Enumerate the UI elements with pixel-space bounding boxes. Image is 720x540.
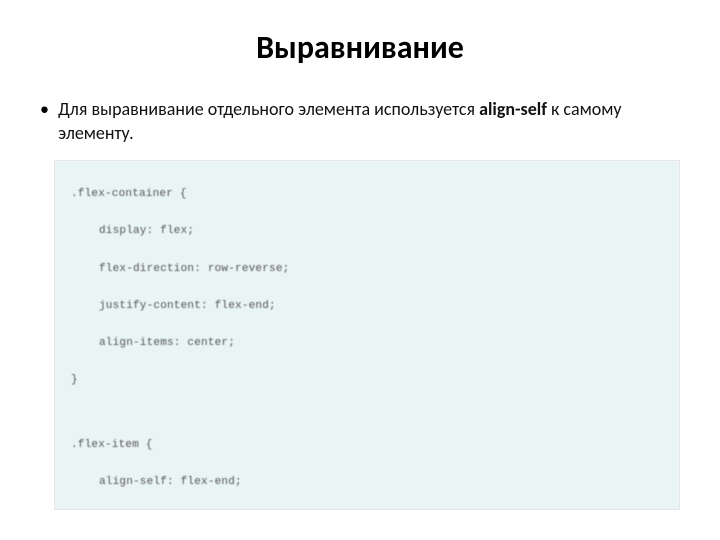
code-rule-flex-direction: flex-direction: row-reverse; — [71, 261, 669, 279]
bullet-item: • Для выравнивание отдельного элемента и… — [0, 83, 720, 154]
bullet-marker: • — [40, 97, 54, 121]
bullet-text: Для выравнивание отдельного элемента исп… — [58, 97, 674, 146]
code-selector-2: .flex-item { — [71, 437, 669, 455]
code-rule-align-items: align-items: center; — [71, 335, 669, 353]
bullet-prefix: Для выравнивание отдельного элемента исп… — [58, 98, 479, 120]
bullet-bold: align-self — [479, 98, 547, 120]
code-selector-1: .flex-container { — [71, 186, 669, 204]
code-close-1: } — [71, 372, 669, 390]
code-rule-display: display: flex; — [71, 223, 669, 241]
code-blank — [71, 409, 669, 417]
example-frame: .flex-container { display: flex; flex-di… — [54, 160, 680, 510]
code-rule-align-self: align-self: flex-end; — [71, 474, 669, 492]
slide-title: Выравнивание — [0, 0, 720, 83]
code-block: .flex-container { display: flex; flex-di… — [55, 161, 679, 510]
code-rule-justify-content: justify-content: flex-end; — [71, 298, 669, 316]
